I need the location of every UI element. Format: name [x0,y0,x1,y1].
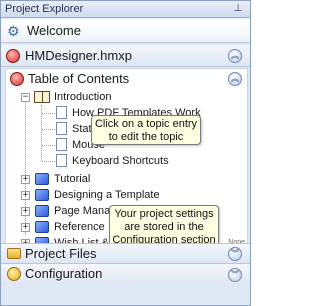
tree-item-label: Introduction [54,91,112,103]
project-header[interactable]: HMDesigner.hmxp ︽ [1,45,250,67]
tree-item-introduction[interactable]: − Introduction [6,89,247,105]
book-icon [35,189,49,201]
toc-label: Table of Contents [28,71,130,86]
expand-icon[interactable]: + [21,223,30,232]
tree-item-label: Keyboard Shortcuts [72,155,169,167]
open-book-icon [34,91,50,103]
expand-icon[interactable]: + [21,207,30,216]
page-icon [56,122,67,135]
tree-item-label: Designing a Template [54,189,160,201]
topic-tooltip: Click on a topic entry to edit the topic [91,115,201,145]
welcome-label: Welcome [27,23,81,38]
tree-item-label: Reference [54,221,105,233]
tree-item-topic[interactable]: Keyboard Shortcuts [6,153,247,169]
panel-title: Project Explorer [5,3,84,15]
welcome-item[interactable]: ⚙ Welcome [1,19,250,43]
toc-icon [10,72,24,86]
collapse-toc-icon[interactable]: ︽ [228,72,242,86]
book-icon [35,173,49,185]
panel-titlebar: Project Explorer ⊥ [1,1,250,18]
project-explorer-panel: Project Explorer ⊥ ⚙ Welcome HMDesigner.… [0,0,251,306]
pin-icon[interactable]: ⊥ [232,3,244,15]
page-icon [56,138,67,151]
page-icon [56,106,67,119]
project-name: HMDesigner.hmxp [25,48,132,63]
tree-item-section[interactable]: + Designing a Template [6,187,247,203]
expand-configuration-icon[interactable]: ︾ [228,268,242,282]
expand-project-files-icon[interactable]: ︾ [228,247,242,261]
tree-item-label: Tutorial [54,173,91,185]
expand-icon[interactable]: + [21,191,30,200]
book-icon [35,205,49,217]
tooltip-text: Your project settings are stored in the … [112,208,216,246]
panel-footer [1,286,250,305]
configuration-item[interactable]: Configuration ︾ [1,263,250,285]
tree-item-section[interactable]: + Tutorial [6,171,247,187]
collapse-project-icon[interactable]: ︽ [228,49,242,63]
project-files-label: Project Files [25,246,97,261]
toc-header[interactable]: Table of Contents ︽ [6,69,247,89]
gear-icon: ⚙ [7,23,20,39]
configuration-icon [7,267,21,281]
collapse-icon[interactable]: − [21,93,30,102]
tooltip-text: Click on a topic entry to edit the topic [94,118,198,143]
configuration-label: Configuration [25,266,103,281]
folder-icon [7,248,21,259]
page-icon [56,154,67,167]
project-icon [6,49,20,63]
expand-icon[interactable]: + [21,175,30,184]
project-files-item[interactable]: Project Files ︾ [1,243,250,263]
book-icon [35,221,49,233]
